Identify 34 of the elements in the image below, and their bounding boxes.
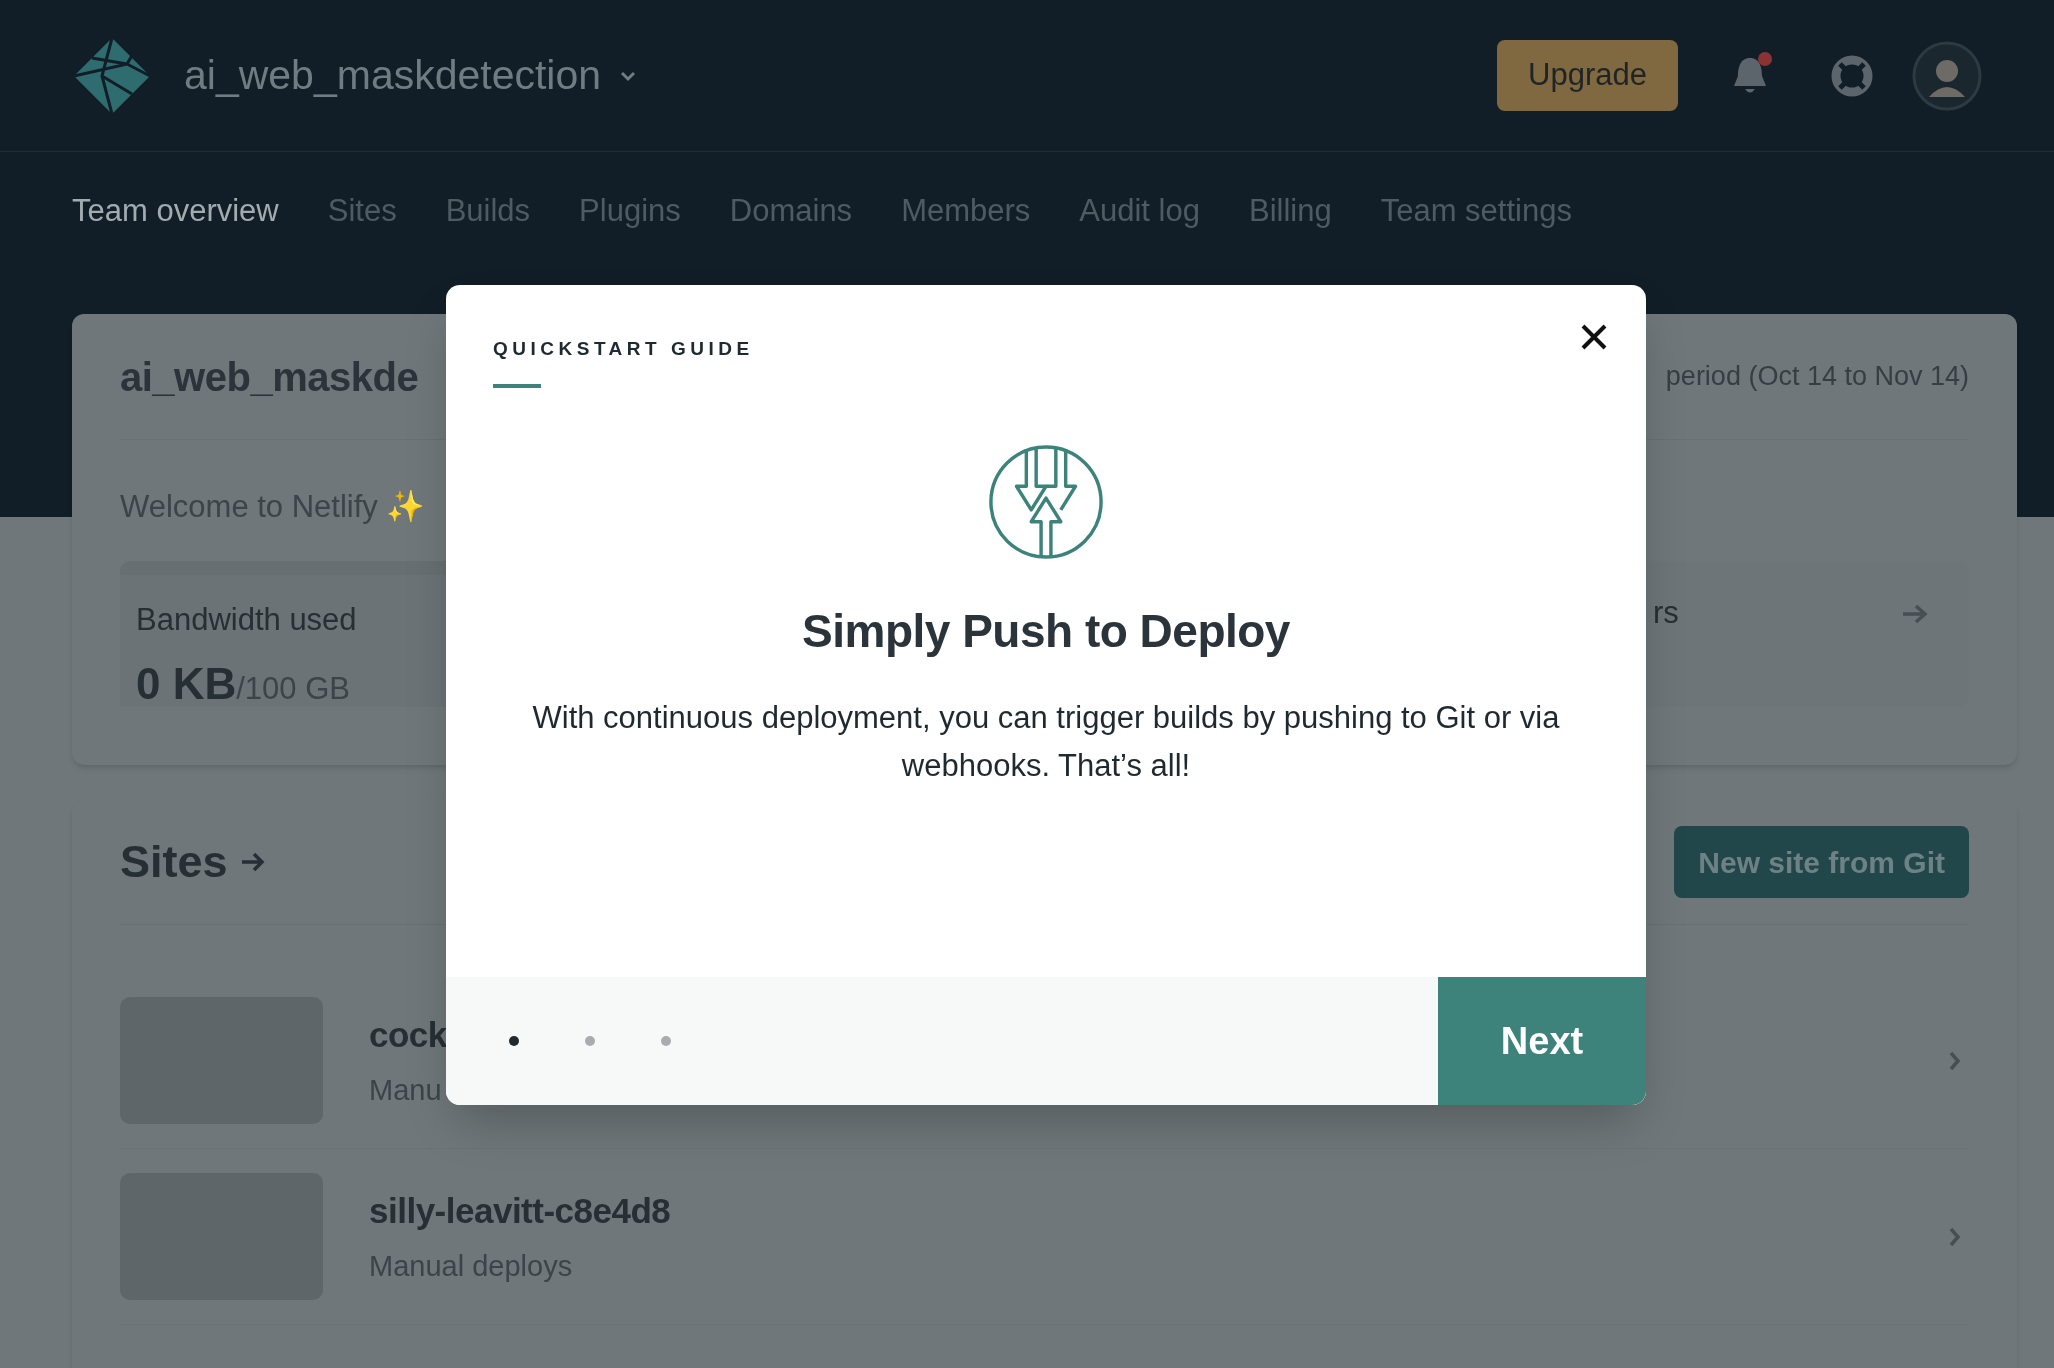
logo-icon[interactable] bbox=[72, 35, 152, 116]
git-push-icon bbox=[987, 443, 1105, 561]
bandwidth-label: Bandwidth used bbox=[136, 600, 358, 639]
arrow-right-icon bbox=[1901, 602, 1929, 625]
nav-tab[interactable]: Plugins bbox=[579, 187, 681, 235]
eyebrow-underline bbox=[493, 383, 541, 388]
help-icon[interactable] bbox=[1830, 53, 1874, 98]
avatar[interactable] bbox=[1912, 40, 1982, 111]
modal-body: With continuous deployment, you can trigger builds by pushing to Git or via webhooks. That’s all! bbox=[531, 699, 1561, 785]
arrow-right-icon bbox=[239, 851, 266, 873]
stat-label: rs bbox=[1653, 594, 1679, 633]
modal-eyebrow: QUICKSTART GUIDE bbox=[493, 337, 755, 361]
nav-tab[interactable]: Members bbox=[901, 187, 1031, 235]
team-switcher[interactable]: ai_web_maskdetection bbox=[184, 44, 638, 107]
bandwidth-value: 0 KB bbox=[136, 658, 237, 710]
nav-tab[interactable]: Audit log bbox=[1079, 187, 1200, 235]
site-name: cock bbox=[369, 1013, 447, 1056]
modal-title: Simply Push to Deploy bbox=[802, 604, 1290, 659]
new-site-button[interactable]: New site from Git bbox=[1674, 826, 1969, 898]
team-title: ai_web_maskde bbox=[120, 353, 419, 401]
nav-tab[interactable]: Sites bbox=[327, 187, 397, 235]
chevron-right-icon bbox=[1949, 1050, 1961, 1071]
nav-tab[interactable]: Team overview bbox=[72, 187, 279, 235]
site-name: silly-leavitt-c8e4d8 bbox=[369, 1189, 671, 1232]
nav-tab[interactable]: Billing bbox=[1248, 187, 1332, 235]
nav-tab[interactable]: Builds bbox=[445, 187, 531, 235]
billing-period: period (Oct 14 to Nov 14) bbox=[1665, 360, 1969, 394]
chevron-right-icon bbox=[1949, 1226, 1961, 1247]
nav-tab[interactable]: Team settings bbox=[1380, 187, 1572, 235]
next-button[interactable]: Next bbox=[1438, 977, 1646, 1105]
nav-tab[interactable]: Domains bbox=[729, 187, 853, 235]
chevron-down-icon bbox=[619, 69, 638, 82]
upgrade-button[interactable]: Upgrade bbox=[1497, 40, 1678, 111]
sites-link[interactable]: Sites bbox=[120, 828, 266, 896]
